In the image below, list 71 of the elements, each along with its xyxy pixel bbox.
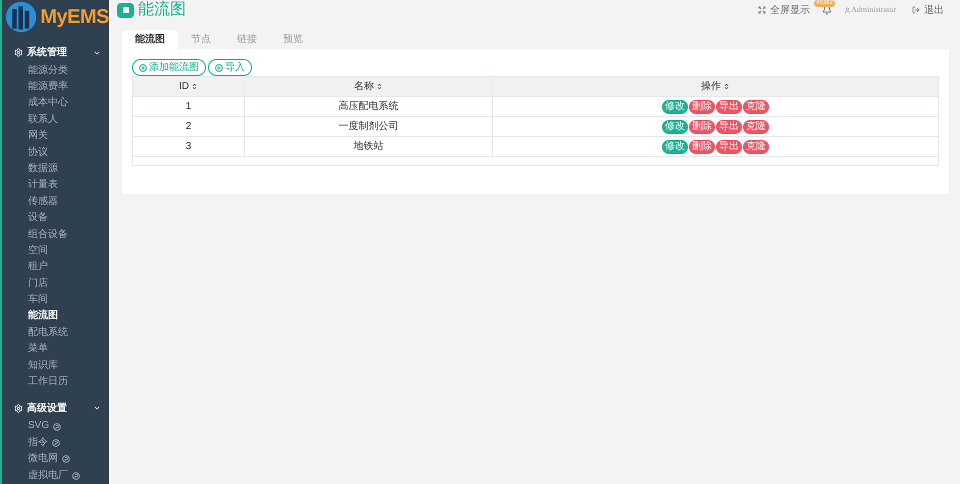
sidebar-item[interactable]: 门店	[2, 276, 48, 292]
sidebar-item[interactable]: 能源费率	[2, 79, 68, 96]
action-button[interactable]: 修改	[662, 140, 688, 154]
sidebar-item[interactable]: 网关	[2, 128, 48, 145]
sidebar-item[interactable]: 能源分类	[2, 62, 68, 80]
sidebar-item[interactable]: 协议	[2, 144, 48, 161]
sidebar-item[interactable]: 联系人	[2, 112, 58, 128]
tab[interactable]: 节点	[178, 30, 224, 49]
table-cell: 一度制剂公司	[245, 117, 493, 136]
tab[interactable]: 预览	[270, 30, 316, 49]
sidebar-item[interactable]: 微电网	[2, 451, 70, 468]
page-icon	[117, 2, 134, 18]
table-cell: 3	[133, 137, 245, 156]
sort-icon	[723, 83, 730, 90]
settings-icon	[14, 404, 23, 413]
table-cell: 2	[133, 117, 245, 136]
action-button[interactable]: 导出	[716, 100, 742, 114]
plus-circle-icon	[139, 64, 147, 72]
logout-link[interactable]: 退出	[912, 2, 944, 18]
tab[interactable]: 能流图	[122, 30, 178, 49]
sidebar-item[interactable]: 指令	[2, 434, 60, 452]
column-header[interactable]: 名称	[245, 77, 493, 96]
table-cell: 高压配电系统	[245, 97, 493, 116]
action-button[interactable]: 导出	[716, 120, 742, 134]
sidebar-item[interactable]: 知识库	[2, 358, 58, 374]
sidebar-item[interactable]: 计量表	[2, 177, 58, 194]
sidebar-item[interactable]: SVG	[2, 418, 62, 435]
fullscreen-link[interactable]: 全屏显示	[758, 2, 810, 18]
sidebar-item[interactable]: 成本中心	[2, 95, 68, 112]
user-name[interactable]: Administrator	[851, 4, 896, 16]
sidebar-group[interactable]: 高级设置	[2, 398, 109, 418]
sidebar-item[interactable]: 传感器	[2, 194, 58, 210]
sidebar-group[interactable]: 系统管理	[2, 42, 109, 63]
column-header[interactable]: ID	[133, 77, 245, 96]
sidebar-item[interactable]: 租户	[2, 259, 48, 276]
table-cell: 地铁站	[245, 137, 493, 156]
logout-icon	[912, 6, 920, 14]
action-button[interactable]: 克隆	[743, 140, 769, 154]
column-header[interactable]: 操作	[493, 77, 938, 96]
sidebar-item[interactable]: 配电系统	[2, 324, 68, 342]
user-icon	[844, 6, 852, 14]
fullscreen-icon	[758, 6, 766, 14]
plus-circle-icon	[215, 64, 223, 72]
outline-button[interactable]: 添加能流图	[132, 59, 206, 76]
action-button[interactable]: 克隆	[743, 120, 769, 134]
action-button[interactable]: 修改	[662, 120, 688, 134]
sidebar-item[interactable]: 车间	[2, 292, 48, 308]
sidebar-item[interactable]: 虚拟电厂	[2, 468, 80, 484]
sidebar-item[interactable]: 空间	[2, 242, 48, 260]
sidebar-item[interactable]: 组合设备	[2, 226, 68, 243]
logo-text: MyEMS	[40, 5, 109, 30]
sort-icon	[191, 83, 198, 90]
action-button[interactable]: 修改	[662, 100, 688, 114]
tab[interactable]: 链接	[224, 30, 270, 49]
bell-icon[interactable]	[822, 5, 832, 15]
page-title: 能流图	[138, 0, 186, 20]
logo-icon	[6, 0, 36, 34]
sidebar-item[interactable]: 能流图	[2, 308, 58, 325]
action-button[interactable]: 删除	[689, 100, 715, 114]
sidebar-item[interactable]: 数据源	[2, 160, 58, 178]
sidebar-item[interactable]: 设备	[2, 210, 48, 227]
sidebar-item[interactable]: 工作日历	[2, 374, 68, 390]
action-button[interactable]: 导出	[716, 140, 742, 154]
sidebar-item[interactable]: 菜单	[2, 341, 48, 358]
table-cell: 1	[133, 97, 245, 116]
sort-icon	[376, 83, 383, 90]
outline-button[interactable]: 导入	[208, 59, 252, 76]
action-button[interactable]: 删除	[689, 120, 715, 134]
settings-icon	[14, 48, 23, 58]
action-button[interactable]: 克隆	[743, 100, 769, 114]
action-button[interactable]: 删除	[689, 140, 715, 154]
